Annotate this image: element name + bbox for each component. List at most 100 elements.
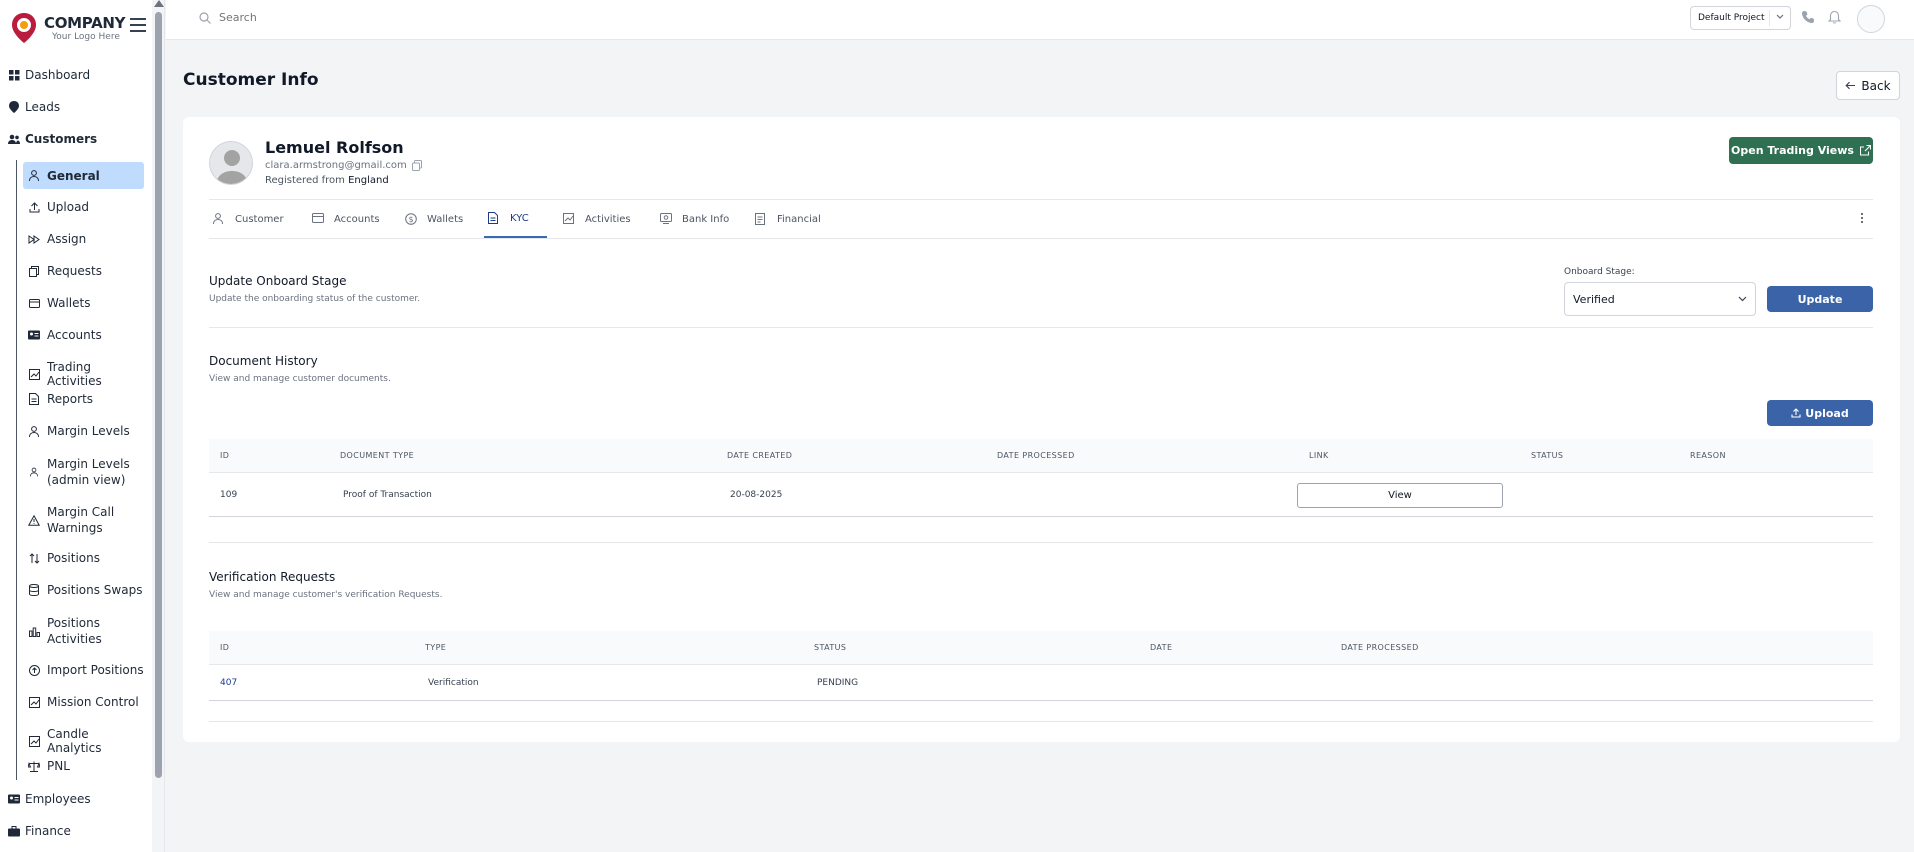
copy-icon[interactable] xyxy=(411,160,422,171)
verification-desc: View and manage customer's verification … xyxy=(209,590,443,600)
phone-icon[interactable] xyxy=(1801,10,1815,24)
project-select[interactable]: Default Project xyxy=(1690,6,1791,30)
sidebar-item-positions-swaps[interactable]: Positions Swaps xyxy=(23,583,144,597)
verification-title: Verification Requests xyxy=(209,570,336,584)
user-icon xyxy=(28,466,40,478)
sidebar-item-finance[interactable]: Finance xyxy=(8,824,71,838)
onboard-stage-select[interactable]: Verified xyxy=(1564,282,1756,316)
user-icon xyxy=(213,213,225,225)
verification-id-link[interactable]: 407 xyxy=(220,678,237,688)
view-document-button[interactable]: View xyxy=(1297,483,1503,508)
sidebar-item-employees[interactable]: Employees xyxy=(8,792,91,806)
sidebar-item-candle-analytics[interactable]: Candle Analytics xyxy=(23,727,144,755)
search-input[interactable] xyxy=(219,11,519,24)
chart-icon xyxy=(28,696,40,708)
customer-email: clara.armstrong@gmail.com xyxy=(265,160,407,171)
person-placeholder-icon xyxy=(216,150,248,184)
sidebar-item-margin-levels-admin[interactable]: Margin Levels (admin view) xyxy=(23,456,144,488)
id-card-icon xyxy=(28,329,40,341)
table-row[interactable]: 407 Verification PENDING xyxy=(209,665,1873,701)
onboard-stage-label: Onboard Stage: xyxy=(1564,267,1635,277)
sidebar-item-assign[interactable]: Assign xyxy=(23,232,144,246)
arrow-left-icon xyxy=(1845,81,1856,90)
registered-prefix: Registered from xyxy=(265,175,345,186)
tab-activities[interactable]: Activities xyxy=(563,200,631,238)
sidebar-item-trading-activities[interactable]: Trading Activities xyxy=(23,360,144,388)
document-table-header: ID DOCUMENT TYPE DATE CREATED DATE PROCE… xyxy=(209,439,1873,473)
scale-icon xyxy=(28,760,40,772)
update-button[interactable]: Update xyxy=(1767,286,1873,312)
sidebar-item-customers[interactable]: Customers xyxy=(8,132,97,146)
briefcase-icon xyxy=(8,825,20,837)
scroll-up-arrow-icon[interactable] xyxy=(154,0,164,7)
sidebar-item-label: Mission Control xyxy=(47,695,139,709)
sidebar-item-positions-activities[interactable]: Positions Activities xyxy=(23,615,144,647)
company-logo[interactable]: COMPANY Your Logo Here xyxy=(10,12,126,44)
sidebar-item-wallets[interactable]: Wallets xyxy=(23,296,144,310)
sidebar-item-label: Margin Levels xyxy=(47,424,130,438)
id-card-icon xyxy=(8,793,20,805)
column-header: STATUS xyxy=(814,643,847,652)
warning-icon xyxy=(28,514,40,526)
chevron-down-icon xyxy=(1738,296,1747,302)
sidebar-item-general[interactable]: General xyxy=(23,162,144,189)
tab-financial[interactable]: Financial xyxy=(755,200,821,238)
sidebar-item-requests[interactable]: Requests xyxy=(23,264,144,278)
open-trading-views-button[interactable]: Open Trading Views xyxy=(1729,137,1873,164)
customer-name: Lemuel Rolfson xyxy=(265,138,404,157)
sidebar-item-leads[interactable]: Leads xyxy=(8,100,60,114)
sidebar-item-upload[interactable]: Upload xyxy=(23,200,144,214)
user-icon xyxy=(28,170,40,182)
sidebar-item-dashboard[interactable]: Dashboard xyxy=(8,68,90,82)
external-link-icon xyxy=(1859,145,1871,156)
document-icon xyxy=(488,212,500,224)
back-button[interactable]: Back xyxy=(1836,71,1900,100)
document-history-desc: View and manage customer documents. xyxy=(209,374,391,384)
sidebar-item-mission-control[interactable]: Mission Control xyxy=(23,695,144,709)
sidebar-item-positions[interactable]: Positions xyxy=(23,551,144,565)
sidebar-item-label: Margin Call Warnings xyxy=(47,505,115,535)
column-header: LINK xyxy=(1309,451,1329,460)
doc-type: Proof of Transaction xyxy=(343,490,432,500)
wallet-icon xyxy=(28,297,40,309)
sidebar-item-reports[interactable]: Reports xyxy=(23,392,144,406)
tab-customer[interactable]: Customer xyxy=(213,200,284,238)
section-divider xyxy=(209,721,1873,722)
hamburger-menu-icon[interactable] xyxy=(130,18,146,32)
chart-icon xyxy=(28,368,40,380)
upload-document-button[interactable]: Upload xyxy=(1767,400,1873,426)
sidebar-item-import-positions[interactable]: Import Positions xyxy=(23,663,144,677)
tab-accounts[interactable]: Accounts xyxy=(312,200,380,238)
page-title: Customer Info xyxy=(183,70,319,90)
verification-status: PENDING xyxy=(817,678,859,688)
bell-icon[interactable] xyxy=(1828,10,1841,24)
sidebar-item-label: Import Positions xyxy=(47,663,144,677)
pin-icon xyxy=(8,101,20,113)
section-divider xyxy=(209,327,1873,328)
project-select-value: Default Project xyxy=(1698,13,1765,23)
sidebar-item-pnl[interactable]: PNL xyxy=(23,759,144,773)
files-icon xyxy=(28,265,40,277)
tab-bank-info[interactable]: Bank Info xyxy=(660,200,729,238)
sidebar-item-margin-levels[interactable]: Margin Levels xyxy=(23,424,144,438)
sidebar-item-margin-call-warnings[interactable]: Margin Call Warnings xyxy=(23,504,144,536)
more-options-icon[interactable] xyxy=(1861,213,1865,225)
tab-label: Activities xyxy=(585,213,631,225)
sidebar-item-accounts[interactable]: Accounts xyxy=(23,328,144,342)
search-box[interactable] xyxy=(199,11,519,24)
section-divider xyxy=(209,542,1873,543)
forward-icon xyxy=(28,233,40,245)
user-icon xyxy=(28,425,40,437)
dollar-icon: $ xyxy=(405,213,417,225)
sidebar-item-label: Requests xyxy=(47,264,102,278)
tab-kyc[interactable]: KYC xyxy=(484,200,547,238)
logo-pin-icon xyxy=(12,13,36,43)
bank-icon xyxy=(660,213,672,225)
customer-tabs: Customer Accounts $ Wallets KYC Activiti… xyxy=(209,199,1873,239)
tab-label: Financial xyxy=(777,213,821,225)
bar-chart-icon xyxy=(28,625,40,637)
tab-wallets[interactable]: $ Wallets xyxy=(405,200,463,238)
sort-icon xyxy=(28,552,40,564)
user-avatar[interactable] xyxy=(1857,5,1885,33)
sidebar-scroll-thumb[interactable] xyxy=(155,12,162,778)
